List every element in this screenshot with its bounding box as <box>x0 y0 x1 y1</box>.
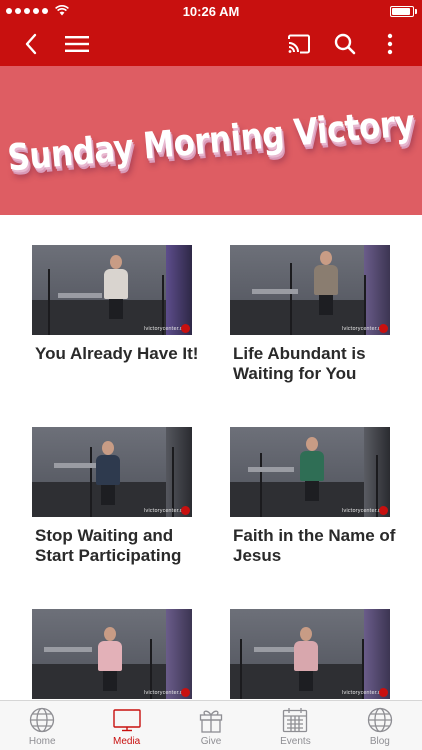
tab-events[interactable]: Events <box>253 701 337 750</box>
tab-blog[interactable]: Blog <box>338 701 422 750</box>
video-thumbnail: lvictorycenter.org <box>32 245 192 335</box>
bottom-tab-bar: Home Media Give Events Blog <box>0 700 422 750</box>
video-card[interactable]: lvictorycenter.org You Already Have It! <box>32 245 198 364</box>
status-time: 10:26 AM <box>182 4 240 19</box>
search-icon <box>334 33 356 55</box>
tab-label: Blog <box>369 736 390 747</box>
video-card[interactable]: lvictorycenter.org <box>32 609 192 700</box>
video-title: Faith in the Name of Jesus <box>233 526 396 565</box>
tab-home[interactable]: Home <box>0 701 84 750</box>
tv-icon <box>112 709 141 732</box>
more-vertical-icon <box>387 33 393 55</box>
video-thumbnail: lvictorycenter.org <box>230 245 390 335</box>
video-card[interactable]: lvictorycenter.org Life Abundant is Wait… <box>230 245 390 384</box>
video-title: You Already Have It! <box>35 344 199 363</box>
more-options-button[interactable] <box>368 22 412 66</box>
calendar-icon <box>283 708 308 733</box>
video-card[interactable]: lvictorycenter.org Faith in the Name of … <box>230 427 395 566</box>
menu-button[interactable] <box>55 22 99 66</box>
tab-label: Media <box>112 736 141 747</box>
gift-icon <box>199 710 223 733</box>
video-thumbnail: lvictorycenter.org <box>230 427 390 517</box>
status-bar: 10:26 AM <box>0 0 422 22</box>
cast-icon <box>288 34 310 54</box>
video-card[interactable]: lvictorycenter.org <box>230 609 390 700</box>
video-title: Stop Waiting and Start Participating <box>35 526 182 565</box>
video-title: Life Abundant is Waiting for You <box>233 344 366 383</box>
globe-icon <box>30 707 55 733</box>
banner-title: Sunday Morning Victory <box>5 101 417 180</box>
back-chevron-icon <box>25 33 37 55</box>
back-button[interactable] <box>9 22 53 66</box>
search-button[interactable] <box>323 22 367 66</box>
globe-icon <box>367 707 392 733</box>
video-thumbnail: lvictorycenter.org <box>32 609 192 699</box>
video-grid: lvictorycenter.org You Already Have It! … <box>0 215 422 700</box>
battery-icon <box>390 6 417 17</box>
tab-label: Events <box>280 736 311 747</box>
series-banner: Sunday Morning Victory <box>0 66 422 215</box>
tab-media[interactable]: Media <box>84 701 168 750</box>
video-thumbnail: lvictorycenter.org <box>230 609 390 699</box>
tab-label: Give <box>200 736 222 747</box>
hamburger-menu-icon <box>65 36 89 52</box>
top-navigation-bar <box>0 22 422 66</box>
video-thumbnail: lvictorycenter.org <box>32 427 192 517</box>
video-card[interactable]: lvictorycenter.org Stop Waiting and Star… <box>32 427 192 566</box>
tab-give[interactable]: Give <box>169 701 253 750</box>
cast-button[interactable] <box>277 22 321 66</box>
tab-label: Home <box>28 736 56 747</box>
